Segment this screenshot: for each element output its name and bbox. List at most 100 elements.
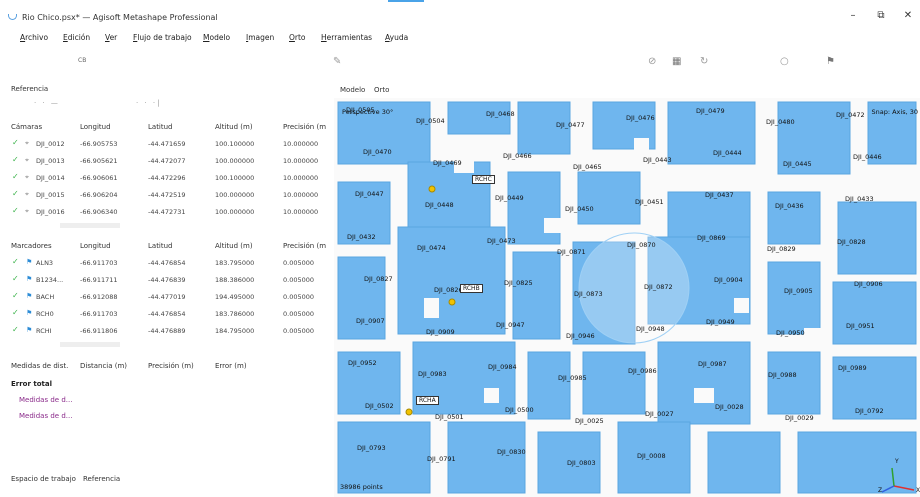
measure-item-1[interactable]: Medidas de d... xyxy=(19,396,72,404)
camera-label[interactable]: DJI_0872 xyxy=(644,283,673,291)
flag-tool-icon[interactable]: ⚑ xyxy=(826,56,835,67)
checkbox-checked[interactable]: ✓ xyxy=(12,274,19,283)
camera-label[interactable]: DJI_0793 xyxy=(357,444,386,452)
marker-row[interactable]: ✓ ⚑ B1234... -66.911711 -44.476839 188.386000… xyxy=(0,273,334,289)
camera-row[interactable]: ✓ ⌖ DJI_0016 -66.906340 -44.472731 100.000000… xyxy=(0,205,334,221)
camera-label[interactable]: DJI_0437 xyxy=(705,191,734,199)
grid-icon[interactable]: ▦ xyxy=(672,56,681,67)
camera-label[interactable]: DJI_0501 xyxy=(435,413,464,421)
camera-label[interactable]: DJI_0466 xyxy=(503,152,532,160)
camera-label[interactable]: DJI_0469 xyxy=(433,159,462,167)
camera-label[interactable]: DJI_0504 xyxy=(416,117,445,125)
marker-label-rchc[interactable]: RCHC xyxy=(472,175,495,184)
camera-label[interactable]: DJI_0905 xyxy=(784,287,813,295)
camera-label[interactable]: DJI_0950 xyxy=(776,329,805,337)
camera-label[interactable]: DJI_0946 xyxy=(566,332,595,340)
markers-header-lon[interactable]: Longitud xyxy=(80,242,111,250)
menu-modelo[interactable]: Modelo xyxy=(203,33,230,42)
markers-header-name[interactable]: Marcadores xyxy=(11,242,52,250)
tab-modelo[interactable]: Modelo xyxy=(340,86,365,94)
marker-label-rcha[interactable]: RCHA xyxy=(416,396,439,405)
camera-label[interactable]: DJI_0830 xyxy=(497,448,526,456)
camera-label[interactable]: DJI_0869 xyxy=(697,234,726,242)
camera-label[interactable]: DJI_0792 xyxy=(855,407,884,415)
camera-label[interactable]: DJI_0500 xyxy=(505,406,534,414)
marker-pin[interactable] xyxy=(405,408,413,416)
camera-label[interactable]: DJI_0907 xyxy=(356,317,385,325)
checkbox-checked[interactable]: ✓ xyxy=(12,308,19,317)
camera-label[interactable]: DJI_0803 xyxy=(567,459,596,467)
restore-button[interactable]: ⧉ xyxy=(871,10,891,21)
marker-row[interactable]: ✓ ⚑ RCH0 -66.911703 -44.476854 183.786000 0.00… xyxy=(0,307,334,323)
camera-label[interactable]: DJI_0502 xyxy=(365,402,394,410)
camera-label[interactable]: DJI_0983 xyxy=(418,370,447,378)
checkbox-checked[interactable]: ✓ xyxy=(12,155,19,164)
camera-label[interactable]: DJI_0952 xyxy=(348,359,377,367)
marker-pin[interactable] xyxy=(428,185,436,193)
marker-row[interactable]: ✓ ⚑ BACH -66.912088 -44.477019 194.495000 0.00… xyxy=(0,290,334,306)
checkbox-checked[interactable]: ✓ xyxy=(12,189,19,198)
camera-label[interactable]: DJI_0449 xyxy=(495,194,524,202)
measures-header-name[interactable]: Medidas de dist. xyxy=(11,362,68,370)
pencil-icon[interactable]: ✎ xyxy=(333,56,341,67)
markers-header-acc[interactable]: Precisión (m xyxy=(283,242,326,250)
checkbox-checked[interactable]: ✓ xyxy=(12,172,19,181)
camera-label[interactable]: DJI_0027 xyxy=(645,410,674,418)
camera-label[interactable]: DJI_0028 xyxy=(715,403,744,411)
camera-row[interactable]: ✓ ⌖ DJI_0013 -66.905621 -44.472077 100.000000… xyxy=(0,154,334,170)
marker-label-rchb[interactable]: RCHB xyxy=(460,284,483,293)
tab-workspace[interactable]: Espacio de trabajo xyxy=(11,475,76,483)
cameras-header-alt[interactable]: Altitud (m) xyxy=(215,123,253,131)
camera-label[interactable]: DJI_0025 xyxy=(575,417,604,425)
camera-label[interactable]: DJI_0986 xyxy=(628,367,657,375)
camera-label[interactable]: DJI_0432 xyxy=(347,233,376,241)
camera-label[interactable]: DJI_0988 xyxy=(768,371,797,379)
camera-row[interactable]: ✓ ⌖ DJI_0015 -66.906204 -44.472519 100.000000… xyxy=(0,188,334,204)
camera-label[interactable]: DJI_0477 xyxy=(556,121,585,129)
markers-header-lat[interactable]: Latitud xyxy=(148,242,173,250)
camera-label[interactable]: DJI_0870 xyxy=(627,241,656,249)
camera-label[interactable]: DJI_0445 xyxy=(783,160,812,168)
marker-row[interactable]: ✓ ⚑ ALN3 -66.911703 -44.476854 183.795000 0.00… xyxy=(0,256,334,272)
reference-toolbar-icons-left[interactable]: · · — xyxy=(34,99,60,107)
marker-pin[interactable] xyxy=(448,298,456,306)
camera-label[interactable]: DJI_0447 xyxy=(355,190,384,198)
close-button[interactable]: ✕ xyxy=(898,10,918,21)
camera-label[interactable]: DJI_0827 xyxy=(364,275,393,283)
camera-label[interactable]: DJI_0479 xyxy=(696,107,725,115)
tab-reference[interactable]: Referencia xyxy=(83,475,120,483)
measures-header-acc[interactable]: Precisión (m) xyxy=(148,362,194,370)
checkbox-checked[interactable]: ✓ xyxy=(12,257,19,266)
menu-edicion[interactable]: Edición xyxy=(63,33,90,42)
camera-label[interactable]: DJI_0443 xyxy=(643,156,672,164)
camera-label[interactable]: DJI_0470 xyxy=(363,148,392,156)
camera-label[interactable]: DJI_0904 xyxy=(714,276,743,284)
camera-label[interactable]: DJI_0029 xyxy=(785,414,814,422)
cameras-header-acc[interactable]: Precisión (m xyxy=(283,123,326,131)
menu-flujo[interactable]: Flujo de trabajo xyxy=(133,33,192,42)
menu-ayuda[interactable]: Ayuda xyxy=(385,33,408,42)
cameras-header-lat[interactable]: Latitud xyxy=(148,123,173,131)
marker-row[interactable]: ✓ ⚑ RCHI -66.911806 -44.476889 184.795000 0.00… xyxy=(0,324,334,340)
camera-label[interactable]: DJI_0984 xyxy=(488,363,517,371)
camera-row[interactable]: ✓ ⌖ DJI_0012 -66.905753 -44.471659 100.100000… xyxy=(0,137,334,153)
camera-label[interactable]: DJI_0948 xyxy=(636,325,665,333)
reference-toolbar-icons-right[interactable]: · · ·| xyxy=(136,99,161,107)
camera-label[interactable]: DJI_0947 xyxy=(496,321,525,329)
camera-label[interactable]: DJI_0873 xyxy=(574,290,603,298)
camera-label[interactable]: DJI_0949 xyxy=(706,318,735,326)
menu-orto[interactable]: Orto xyxy=(289,33,306,42)
pan-icon[interactable]: ⊘ xyxy=(648,56,656,67)
orthomosaic-map[interactable]: YZX DJI_0505 DJI_0504 DJI_0468 DJI_0477 DJI_… xyxy=(334,98,920,497)
cameras-scrollbar[interactable] xyxy=(60,223,120,228)
measures-header-err[interactable]: Error (m) xyxy=(215,362,247,370)
camera-label[interactable]: DJI_0436 xyxy=(775,202,804,210)
checkbox-checked[interactable]: ✓ xyxy=(12,138,19,147)
camera-label[interactable]: DJI_0476 xyxy=(626,114,655,122)
camera-label[interactable]: DJI_0987 xyxy=(698,360,727,368)
checkbox-checked[interactable]: ✓ xyxy=(12,325,19,334)
menu-archivo[interactable]: Archivo xyxy=(20,33,48,42)
markers-header-alt[interactable]: Altitud (m) xyxy=(215,242,253,250)
camera-label[interactable]: DJI_0791 xyxy=(427,455,456,463)
camera-label[interactable]: DJI_0472 xyxy=(836,111,865,119)
